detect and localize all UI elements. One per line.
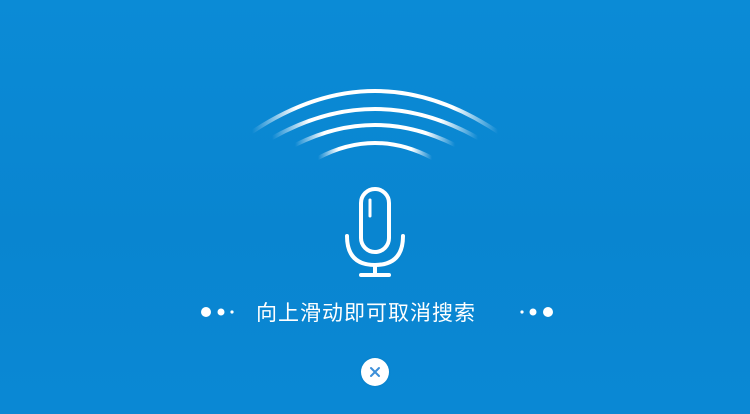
cancel-button[interactable] [361,358,389,386]
cancel-hint-row: 向上滑动即可取消搜索 [0,296,750,330]
microphone-capsule [359,187,391,254]
microphone-icon [345,187,405,277]
sound-wave-inner [316,141,434,160]
dots-indicator-left [201,307,234,317]
cancel-hint-text: 向上滑动即可取消搜索 [256,301,476,325]
sound-wave-icon [250,89,500,160]
close-icon [370,367,380,377]
dots-indicator-right [520,307,553,317]
voice-search-screen: 向上滑动即可取消搜索 [0,0,750,414]
